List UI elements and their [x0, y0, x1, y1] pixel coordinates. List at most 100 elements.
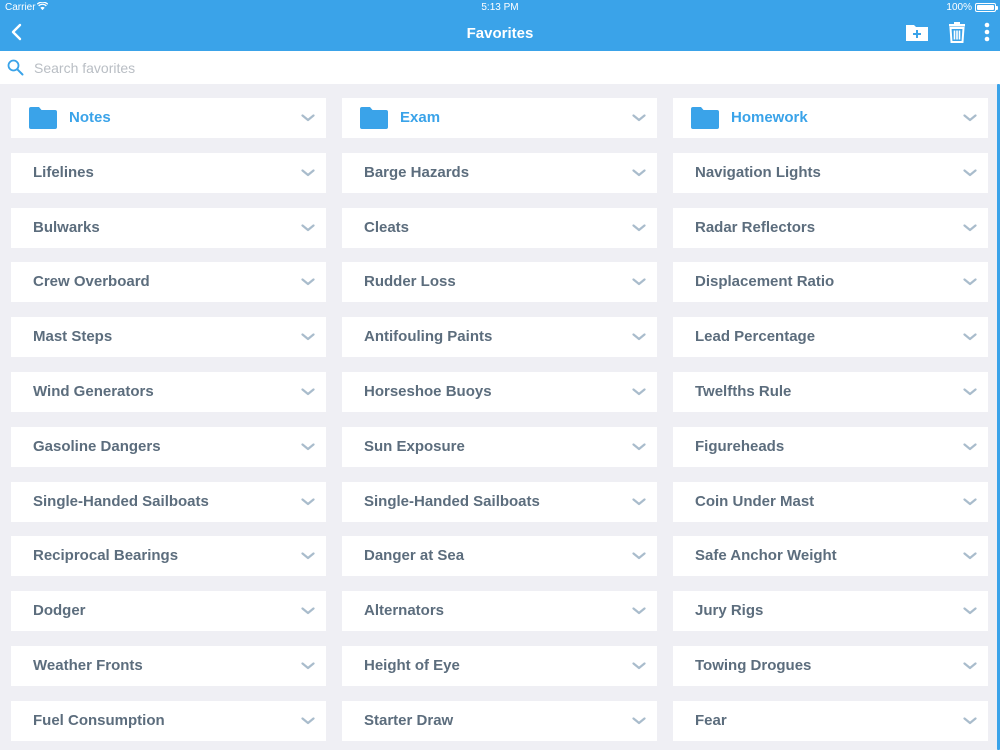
favorite-item[interactable]: Coin Under Mast	[673, 481, 988, 522]
chevron-down-icon[interactable]	[963, 388, 977, 396]
chevron-down-icon[interactable]	[632, 388, 646, 396]
favorite-item-label: Sun Exposure	[364, 437, 465, 455]
chevron-down-icon[interactable]	[632, 278, 646, 286]
favorite-item[interactable]: Cleats	[342, 207, 657, 248]
battery-percent: 100%	[946, 2, 972, 13]
chevron-down-icon[interactable]	[632, 497, 646, 506]
favorite-item[interactable]: Single-Handed Sailboats	[11, 481, 326, 522]
favorite-item[interactable]: Navigation Lights	[673, 152, 988, 193]
chevron-down-icon[interactable]	[301, 278, 315, 286]
chevron-down-icon[interactable]	[963, 223, 977, 232]
delete-button[interactable]	[946, 20, 968, 44]
favorite-item[interactable]: Alternators	[342, 591, 657, 632]
chevron-down-icon[interactable]	[632, 607, 646, 615]
favorite-item[interactable]: Lifelines	[11, 152, 326, 193]
favorite-item[interactable]: Antifouling Paints	[342, 317, 657, 358]
chevron-down-icon[interactable]	[632, 169, 646, 177]
chevron-down-icon[interactable]	[301, 169, 315, 177]
chevron-down-icon[interactable]	[963, 717, 977, 725]
navigation-bar: Carrier 5:13 PM 100% Favorites	[0, 0, 1000, 51]
favorite-item-label: Reciprocal Bearings	[33, 547, 179, 565]
favorite-item-label: Jury Rigs	[695, 602, 764, 620]
favorite-item[interactable]: Bulwarks	[11, 207, 326, 248]
chevron-down-icon[interactable]	[963, 169, 977, 177]
chevron-down-icon[interactable]	[632, 443, 646, 451]
status-bar: Carrier 5:13 PM 100%	[0, 0, 1000, 16]
chevron-down-icon[interactable]	[963, 278, 977, 286]
favorite-item-label: Single-Handed Sailboats	[33, 492, 209, 510]
favorite-item[interactable]: Jury Rigs	[673, 591, 988, 632]
favorite-item[interactable]: Mast Steps	[11, 317, 326, 358]
folder-card[interactable]: Notes	[11, 98, 326, 138]
chevron-down-icon[interactable]	[632, 223, 646, 232]
chevron-down-icon[interactable]	[963, 114, 977, 122]
favorite-item-label: Radar Reflectors	[695, 218, 816, 236]
chevron-down-icon[interactable]	[301, 717, 315, 725]
favorite-item-label: Fear	[695, 711, 727, 729]
favorite-item[interactable]: Figureheads	[673, 426, 988, 467]
favorite-item[interactable]: Reciprocal Bearings	[11, 536, 326, 577]
favorite-item-label: Fuel Consumption	[33, 711, 165, 729]
chevron-down-icon[interactable]	[301, 497, 315, 506]
favorite-item[interactable]: Towing Drogues	[673, 645, 988, 686]
favorite-item[interactable]: Safe Anchor Weight	[673, 536, 988, 577]
chevron-down-icon[interactable]	[963, 552, 977, 560]
favorite-item-label: Wind Generators	[33, 382, 154, 400]
search-input[interactable]	[34, 56, 984, 80]
chevron-down-icon[interactable]	[632, 114, 646, 122]
chevron-down-icon[interactable]	[963, 497, 977, 506]
chevron-down-icon[interactable]	[963, 662, 977, 670]
favorite-item[interactable]: Weather Fronts	[11, 645, 326, 686]
favorite-item[interactable]: Single-Handed Sailboats	[342, 481, 657, 522]
chevron-down-icon[interactable]	[301, 662, 315, 670]
favorite-item[interactable]: Fuel Consumption	[11, 700, 326, 741]
chevron-down-icon[interactable]	[301, 223, 315, 232]
favorite-item-label: Towing Drogues	[695, 656, 812, 674]
favorite-item[interactable]: Fear	[673, 700, 988, 741]
chevron-down-icon[interactable]	[632, 333, 646, 341]
favorite-item[interactable]: Height of Eye	[342, 645, 657, 686]
favorite-item-label: Safe Anchor Weight	[695, 547, 837, 565]
chevron-down-icon[interactable]	[301, 443, 315, 451]
favorite-item[interactable]: Dodger	[11, 591, 326, 632]
chevron-down-icon[interactable]	[301, 607, 315, 615]
search-icon	[7, 59, 24, 76]
folder-plus-icon	[906, 25, 928, 41]
back-button[interactable]	[6, 20, 30, 44]
search-bar	[0, 51, 1000, 84]
favorite-item-label: Single-Handed Sailboats	[364, 492, 540, 510]
favorite-item[interactable]: Rudder Loss	[342, 262, 657, 303]
chevron-down-icon[interactable]	[301, 114, 315, 122]
folder-card[interactable]: Exam	[342, 98, 657, 138]
chevron-down-icon[interactable]	[632, 717, 646, 725]
favorite-item[interactable]: Twelfths Rule	[673, 371, 988, 412]
more-vertical-icon	[984, 22, 990, 42]
chevron-down-icon[interactable]	[632, 662, 646, 670]
chevron-left-icon	[11, 23, 22, 41]
more-options-button[interactable]	[980, 20, 994, 44]
favorite-item[interactable]: Barge Hazards	[342, 152, 657, 193]
chevron-down-icon[interactable]	[301, 333, 315, 341]
chevron-down-icon[interactable]	[963, 607, 977, 615]
favorite-item[interactable]: Starter Draw	[342, 700, 657, 741]
folder-card[interactable]: Homework	[673, 98, 988, 138]
chevron-down-icon[interactable]	[301, 552, 315, 560]
favorite-item[interactable]: Displacement Ratio	[673, 262, 988, 303]
favorite-item[interactable]: Gasoline Dangers	[11, 426, 326, 467]
chevron-down-icon[interactable]	[963, 443, 977, 451]
favorite-item[interactable]: Radar Reflectors	[673, 207, 988, 248]
favorite-item-label: Horseshoe Buoys	[364, 382, 492, 400]
favorite-item[interactable]: Crew Overboard	[11, 262, 326, 303]
favorite-item-label: Figureheads	[695, 437, 785, 455]
favorite-item[interactable]: Horseshoe Buoys	[342, 371, 657, 412]
chevron-down-icon[interactable]	[963, 333, 977, 341]
folder-label: Exam	[400, 109, 441, 126]
new-folder-button[interactable]	[905, 20, 929, 44]
chevron-down-icon[interactable]	[301, 388, 315, 396]
favorite-item[interactable]: Sun Exposure	[342, 426, 657, 467]
favorite-item[interactable]: Danger at Sea	[342, 536, 657, 577]
chevron-down-icon[interactable]	[632, 552, 646, 560]
folder-icon	[29, 107, 57, 129]
favorite-item[interactable]: Wind Generators	[11, 371, 326, 412]
favorite-item[interactable]: Lead Percentage	[673, 317, 988, 358]
